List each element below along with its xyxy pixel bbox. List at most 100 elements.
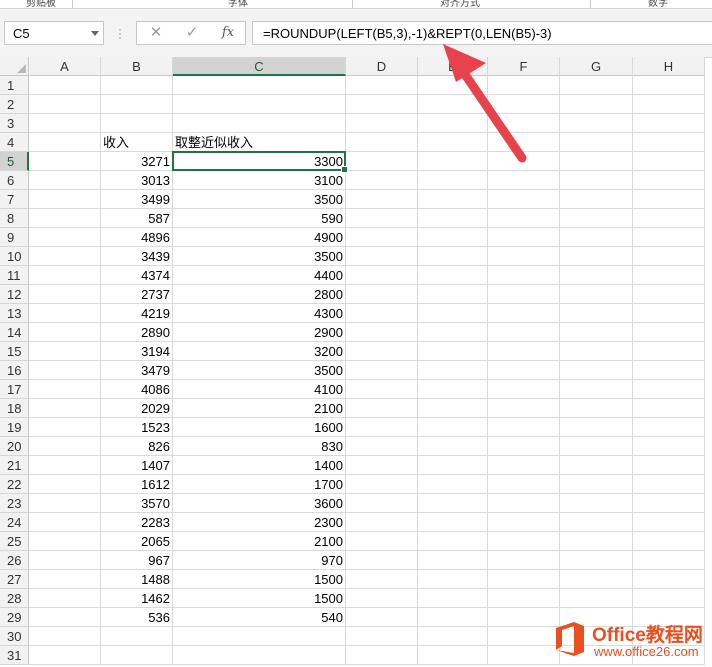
- cell-c14[interactable]: 2900: [173, 323, 346, 342]
- cell-c2[interactable]: [173, 95, 346, 114]
- cell-b12[interactable]: 2737: [101, 285, 173, 304]
- cell-f7[interactable]: [488, 190, 560, 209]
- cell-g12[interactable]: [560, 285, 633, 304]
- cell-d10[interactable]: [346, 247, 418, 266]
- cell-b31[interactable]: [101, 646, 173, 665]
- cell-h20[interactable]: [633, 437, 705, 456]
- cell-h3[interactable]: [633, 114, 705, 133]
- cell-f5[interactable]: [488, 152, 560, 171]
- cell-g7[interactable]: [560, 190, 633, 209]
- cell-c24[interactable]: 2300: [173, 513, 346, 532]
- column-header-h[interactable]: H: [633, 57, 705, 76]
- cell-b7[interactable]: 3499: [101, 190, 173, 209]
- cell-c29[interactable]: 540: [173, 608, 346, 627]
- cell-g22[interactable]: [560, 475, 633, 494]
- cell-a26[interactable]: [29, 551, 101, 570]
- cell-e26[interactable]: [418, 551, 488, 570]
- cell-f16[interactable]: [488, 361, 560, 380]
- cell-d9[interactable]: [346, 228, 418, 247]
- cell-e6[interactable]: [418, 171, 488, 190]
- cancel-icon[interactable]: ✕: [143, 24, 169, 42]
- cell-c5[interactable]: 3300: [173, 152, 346, 171]
- row-header-24[interactable]: 24: [0, 513, 29, 532]
- row-header-3[interactable]: 3: [0, 114, 29, 133]
- column-header-f[interactable]: F: [488, 57, 560, 76]
- cell-g8[interactable]: [560, 209, 633, 228]
- row-header-16[interactable]: 16: [0, 361, 29, 380]
- cell-g20[interactable]: [560, 437, 633, 456]
- cell-g3[interactable]: [560, 114, 633, 133]
- cell-b2[interactable]: [101, 95, 173, 114]
- cell-e10[interactable]: [418, 247, 488, 266]
- cell-b17[interactable]: 4086: [101, 380, 173, 399]
- cell-d26[interactable]: [346, 551, 418, 570]
- column-header-a[interactable]: A: [29, 57, 101, 76]
- cell-c28[interactable]: 1500: [173, 589, 346, 608]
- row-header-27[interactable]: 27: [0, 570, 29, 589]
- cell-a1[interactable]: [29, 76, 101, 95]
- cell-h6[interactable]: [633, 171, 705, 190]
- cell-a31[interactable]: [29, 646, 101, 665]
- chevron-down-icon[interactable]: [91, 31, 99, 36]
- row-header-23[interactable]: 23: [0, 494, 29, 513]
- cell-e27[interactable]: [418, 570, 488, 589]
- cell-g6[interactable]: [560, 171, 633, 190]
- cell-g19[interactable]: [560, 418, 633, 437]
- row-header-21[interactable]: 21: [0, 456, 29, 475]
- cell-h24[interactable]: [633, 513, 705, 532]
- cell-a8[interactable]: [29, 209, 101, 228]
- cell-c3[interactable]: [173, 114, 346, 133]
- cell-a28[interactable]: [29, 589, 101, 608]
- cell-d20[interactable]: [346, 437, 418, 456]
- cell-h2[interactable]: [633, 95, 705, 114]
- cell-f11[interactable]: [488, 266, 560, 285]
- cell-e12[interactable]: [418, 285, 488, 304]
- cell-b18[interactable]: 2029: [101, 399, 173, 418]
- cell-d12[interactable]: [346, 285, 418, 304]
- row-header-18[interactable]: 18: [0, 399, 29, 418]
- cell-g28[interactable]: [560, 589, 633, 608]
- cell-b6[interactable]: 3013: [101, 171, 173, 190]
- cell-f10[interactable]: [488, 247, 560, 266]
- cell-g1[interactable]: [560, 76, 633, 95]
- cell-c9[interactable]: 4900: [173, 228, 346, 247]
- row-header-6[interactable]: 6: [0, 171, 29, 190]
- insert-function-icon[interactable]: fx: [215, 24, 241, 42]
- cell-e20[interactable]: [418, 437, 488, 456]
- cell-e21[interactable]: [418, 456, 488, 475]
- cell-f14[interactable]: [488, 323, 560, 342]
- cell-e2[interactable]: [418, 95, 488, 114]
- cell-f25[interactable]: [488, 532, 560, 551]
- cell-b10[interactable]: 3439: [101, 247, 173, 266]
- cell-h5[interactable]: [633, 152, 705, 171]
- cell-d1[interactable]: [346, 76, 418, 95]
- cell-g16[interactable]: [560, 361, 633, 380]
- cell-h7[interactable]: [633, 190, 705, 209]
- cell-g2[interactable]: [560, 95, 633, 114]
- cell-e30[interactable]: [418, 627, 488, 646]
- cell-f24[interactable]: [488, 513, 560, 532]
- cell-d14[interactable]: [346, 323, 418, 342]
- cell-d23[interactable]: [346, 494, 418, 513]
- cell-e16[interactable]: [418, 361, 488, 380]
- cell-b28[interactable]: 1462: [101, 589, 173, 608]
- cell-c12[interactable]: 2800: [173, 285, 346, 304]
- row-header-22[interactable]: 22: [0, 475, 29, 494]
- cell-g23[interactable]: [560, 494, 633, 513]
- cell-e7[interactable]: [418, 190, 488, 209]
- row-header-30[interactable]: 30: [0, 627, 29, 646]
- cell-h27[interactable]: [633, 570, 705, 589]
- cell-g24[interactable]: [560, 513, 633, 532]
- cell-g9[interactable]: [560, 228, 633, 247]
- row-header-14[interactable]: 14: [0, 323, 29, 342]
- cell-b19[interactable]: 1523: [101, 418, 173, 437]
- cell-c7[interactable]: 3500: [173, 190, 346, 209]
- cell-b4[interactable]: 收入: [101, 133, 173, 152]
- cell-f9[interactable]: [488, 228, 560, 247]
- cell-e11[interactable]: [418, 266, 488, 285]
- cell-g27[interactable]: [560, 570, 633, 589]
- cell-e17[interactable]: [418, 380, 488, 399]
- row-header-1[interactable]: 1: [0, 76, 29, 95]
- cell-a19[interactable]: [29, 418, 101, 437]
- cell-b23[interactable]: 3570: [101, 494, 173, 513]
